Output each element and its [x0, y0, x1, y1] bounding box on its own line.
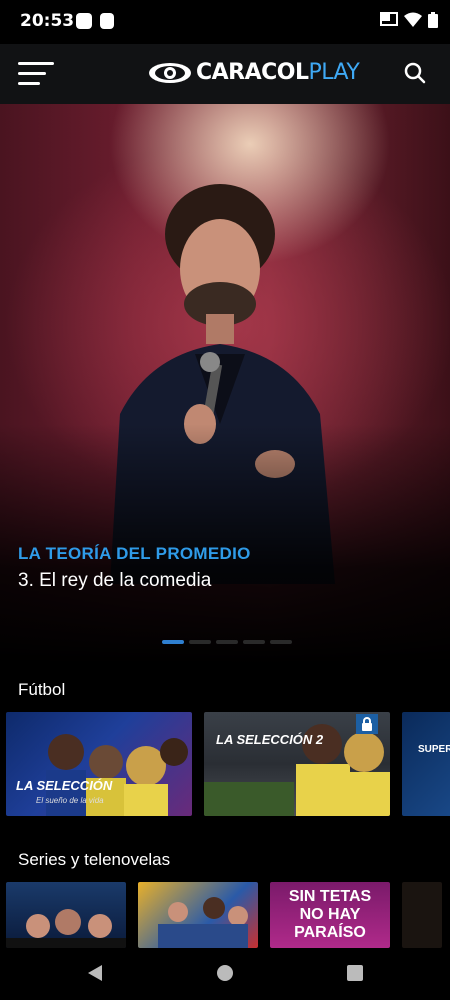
logo-main: CARACOL	[196, 60, 309, 85]
home-button[interactable]	[216, 964, 234, 987]
carousel-indicator	[162, 640, 292, 644]
hero-banner[interactable]: LA TEORÍA DEL PROMEDIO 3. El rey de la c…	[0, 104, 450, 664]
back-button[interactable]	[86, 964, 104, 987]
card-artwork	[6, 909, 126, 948]
cast-icon	[380, 12, 398, 26]
status-bar: 20:53	[0, 0, 450, 44]
series-carousel: SIN TETAS NO HAY PARAÍSO	[6, 882, 442, 948]
carousel-dot[interactable]	[270, 640, 292, 644]
futbol-carousel: LA SELECCIÓN El sueño de la vida LA SELE…	[6, 712, 450, 816]
logo-text: CARACOLPLAY	[196, 60, 360, 85]
status-icons	[380, 12, 438, 28]
caracol-play-logo[interactable]: CARACOLPLAY	[148, 60, 360, 85]
menu-icon-line	[18, 62, 54, 65]
logo-accent: PLAY	[308, 60, 360, 85]
content-card[interactable]: SIN TETAS NO HAY PARAÍSO	[270, 882, 390, 948]
recents-button[interactable]	[346, 964, 364, 987]
locked-badge	[356, 714, 378, 734]
hero-show-name[interactable]: LA TEORÍA DEL PROMEDIO	[18, 544, 251, 564]
app-header: CARACOLPLAY	[0, 44, 450, 104]
section-title-futbol: Fútbol	[18, 680, 66, 699]
menu-icon-line	[18, 82, 40, 85]
card-title: LA SELECCIÓN	[16, 778, 113, 793]
section-title-series: Series y telenovelas	[18, 850, 171, 869]
back-icon	[88, 965, 102, 981]
menu-button[interactable]	[18, 62, 54, 88]
content-card[interactable]: LA SELECCIÓN El sueño de la vida	[6, 712, 192, 816]
content-card[interactable]	[6, 882, 126, 948]
notification-icon	[76, 13, 92, 29]
card-title: SIN TETAS NO HAY PARAÍSO	[288, 888, 372, 941]
search-button[interactable]	[404, 62, 426, 89]
carousel-dot[interactable]	[216, 640, 238, 644]
battery-icon	[428, 12, 438, 28]
card-subtitle: El sueño de la vida	[36, 796, 104, 805]
card-artwork	[158, 897, 248, 948]
search-icon	[404, 62, 426, 84]
content-card[interactable]	[402, 882, 442, 948]
content-card[interactable]: LA SELECCIÓN 2	[204, 712, 390, 816]
home-icon	[217, 965, 233, 981]
status-time: 20:53	[20, 11, 75, 31]
wifi-icon	[404, 12, 422, 27]
hero-episode-title[interactable]: 3. El rey de la comedia	[18, 570, 211, 592]
caracol-eye-icon	[149, 62, 191, 83]
carousel-dot[interactable]	[243, 640, 265, 644]
carousel-dot[interactable]	[189, 640, 211, 644]
content-card[interactable]	[138, 882, 258, 948]
card-title: LA SELECCIÓN 2	[216, 732, 324, 747]
card-title: SUPERPO	[418, 744, 450, 755]
alert-icon	[100, 13, 114, 29]
menu-icon-line	[18, 72, 46, 75]
content-card[interactable]: SUPERPO	[402, 712, 450, 816]
carousel-dot[interactable]	[162, 640, 184, 644]
system-navigation-bar	[0, 948, 450, 1000]
lock-icon	[362, 717, 372, 731]
recents-icon	[347, 965, 363, 981]
